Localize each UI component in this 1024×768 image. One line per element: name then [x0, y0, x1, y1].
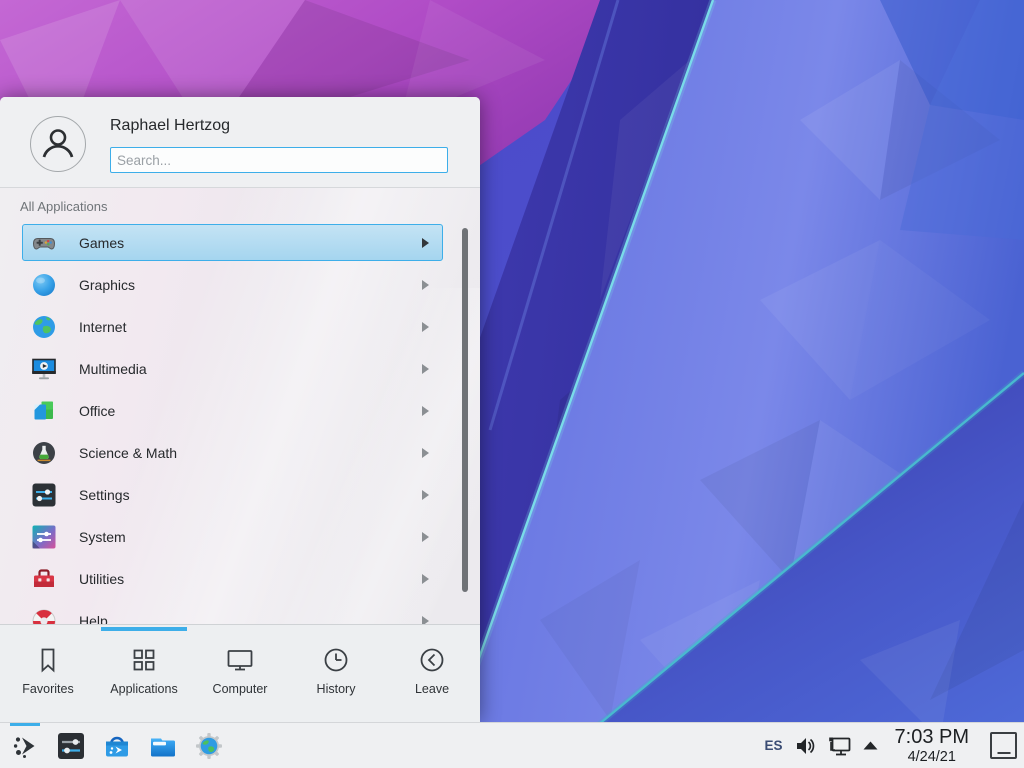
lifebuoy-icon	[30, 607, 58, 625]
digital-clock[interactable]: 7:03 PM 4/24/21	[895, 727, 969, 765]
category-label: Internet	[79, 319, 126, 335]
submenu-arrow-icon	[422, 280, 429, 290]
show-desktop-button[interactable]	[990, 732, 1017, 759]
globe-icon	[30, 313, 58, 341]
sphere-icon	[30, 271, 58, 299]
category-label: Settings	[79, 487, 130, 503]
system-settings-icon	[56, 731, 86, 761]
system-tray: ES 7:03 PM 4/24/21	[765, 727, 1024, 765]
sliders-icon	[30, 481, 58, 509]
active-tab-indicator	[101, 627, 187, 631]
volume-icon[interactable]	[794, 735, 816, 757]
user-icon	[36, 122, 80, 166]
category-label: Games	[79, 235, 124, 251]
launcher-category-list: All Applications Games	[0, 188, 480, 624]
system-settings-button[interactable]	[56, 731, 86, 761]
tab-applications[interactable]: Applications	[96, 625, 192, 722]
globe-gear-icon	[194, 731, 224, 761]
category-games[interactable]: Games	[22, 224, 443, 261]
submenu-arrow-icon	[422, 616, 429, 625]
tab-favorites[interactable]: Favorites	[0, 625, 96, 722]
folder-icon	[148, 731, 178, 761]
discover-bag-icon	[102, 731, 132, 761]
expand-arrow-icon[interactable]	[863, 740, 878, 751]
application-launcher-popup: Raphael Hertzog All Applications Games	[0, 97, 480, 722]
bookmark-icon	[33, 645, 63, 675]
tab-computer[interactable]: Computer	[192, 625, 288, 722]
toolbox-icon	[30, 565, 58, 593]
kde-launcher-icon	[10, 731, 40, 761]
category-label: Graphics	[79, 277, 135, 293]
tab-leave[interactable]: Leave	[384, 625, 480, 722]
web-browser-button[interactable]	[194, 731, 224, 761]
taskbar: ES 7:03 PM 4/24/21	[0, 722, 1024, 768]
list-scrollbar[interactable]	[462, 228, 468, 592]
submenu-arrow-icon	[422, 322, 429, 332]
keyboard-layout-indicator[interactable]: ES	[765, 738, 783, 753]
category-science-math[interactable]: Science & Math	[22, 434, 443, 471]
category-settings[interactable]: Settings	[22, 476, 443, 513]
clock-time: 7:03 PM	[895, 727, 969, 747]
active-task-indicator	[10, 723, 40, 726]
discover-button[interactable]	[102, 731, 132, 761]
tab-label: Favorites	[22, 682, 73, 696]
user-name: Raphael Hertzog	[110, 117, 230, 135]
category-multimedia[interactable]: Multimedia	[22, 350, 443, 387]
gamepad-icon	[30, 229, 58, 257]
search-input[interactable]	[110, 147, 448, 173]
submenu-arrow-icon	[422, 364, 429, 374]
section-label: All Applications	[20, 199, 107, 214]
user-avatar[interactable]	[30, 116, 86, 172]
file-manager-button[interactable]	[148, 731, 178, 761]
category-help[interactable]: Help	[22, 602, 443, 624]
clock-date: 4/24/21	[895, 750, 969, 765]
submenu-arrow-icon	[422, 490, 429, 500]
leave-circle-icon	[417, 645, 447, 675]
tab-label: Leave	[415, 682, 449, 696]
category-utilities[interactable]: Utilities	[22, 560, 443, 597]
tab-label: Applications	[110, 682, 177, 696]
category-label: System	[79, 529, 126, 545]
clock-icon	[321, 645, 351, 675]
grid-icon	[129, 645, 159, 675]
category-system[interactable]: System	[22, 518, 443, 555]
category-internet[interactable]: Internet	[22, 308, 443, 345]
submenu-arrow-icon	[422, 532, 429, 542]
flask-icon	[30, 439, 58, 467]
submenu-arrow-icon	[422, 574, 429, 584]
tab-history[interactable]: History	[288, 625, 384, 722]
category-label: Help	[79, 613, 108, 625]
monitor-icon	[225, 645, 255, 675]
category-label: Multimedia	[79, 361, 147, 377]
category-label: Office	[79, 403, 115, 419]
category-graphics[interactable]: Graphics	[22, 266, 443, 303]
category-office[interactable]: Office	[22, 392, 443, 429]
category-label: Utilities	[79, 571, 124, 587]
tab-label: History	[317, 682, 356, 696]
taskbar-app-icons	[0, 731, 224, 761]
application-launcher-button[interactable]	[10, 731, 40, 761]
system-sliders-icon	[30, 523, 58, 551]
launcher-header: Raphael Hertzog	[0, 97, 480, 188]
category-label: Science & Math	[79, 445, 177, 461]
submenu-arrow-icon	[422, 238, 429, 248]
submenu-arrow-icon	[422, 406, 429, 416]
desktop: Raphael Hertzog All Applications Games	[0, 0, 1024, 768]
media-player-icon	[30, 355, 58, 383]
documents-icon	[30, 397, 58, 425]
submenu-arrow-icon	[422, 448, 429, 458]
network-icon[interactable]	[827, 734, 852, 758]
launcher-tab-bar: Favorites Applications Computer	[0, 624, 480, 722]
tab-label: Computer	[213, 682, 268, 696]
